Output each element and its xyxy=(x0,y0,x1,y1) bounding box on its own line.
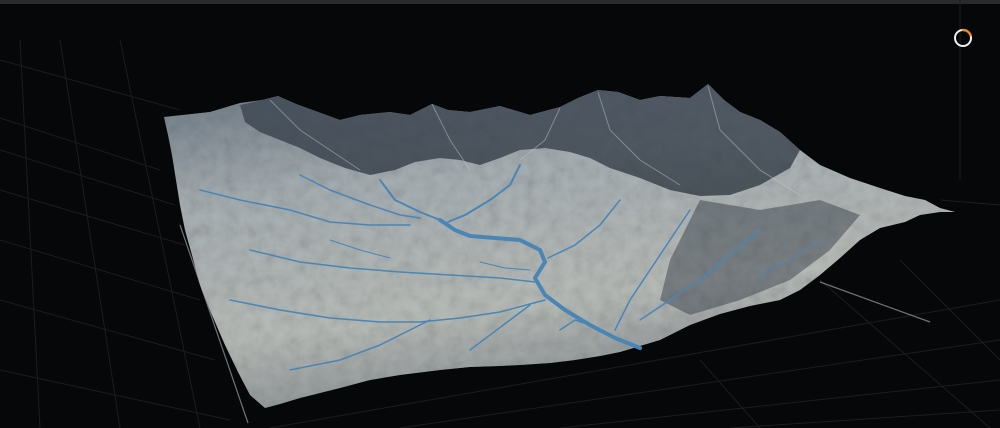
terrain-mesh[interactable] xyxy=(164,84,955,408)
ring-graphic xyxy=(954,28,972,47)
loading-ring-icon[interactable] xyxy=(953,28,973,48)
terrain-scene[interactable] xyxy=(0,0,1000,428)
viewport[interactable] xyxy=(0,0,1000,428)
